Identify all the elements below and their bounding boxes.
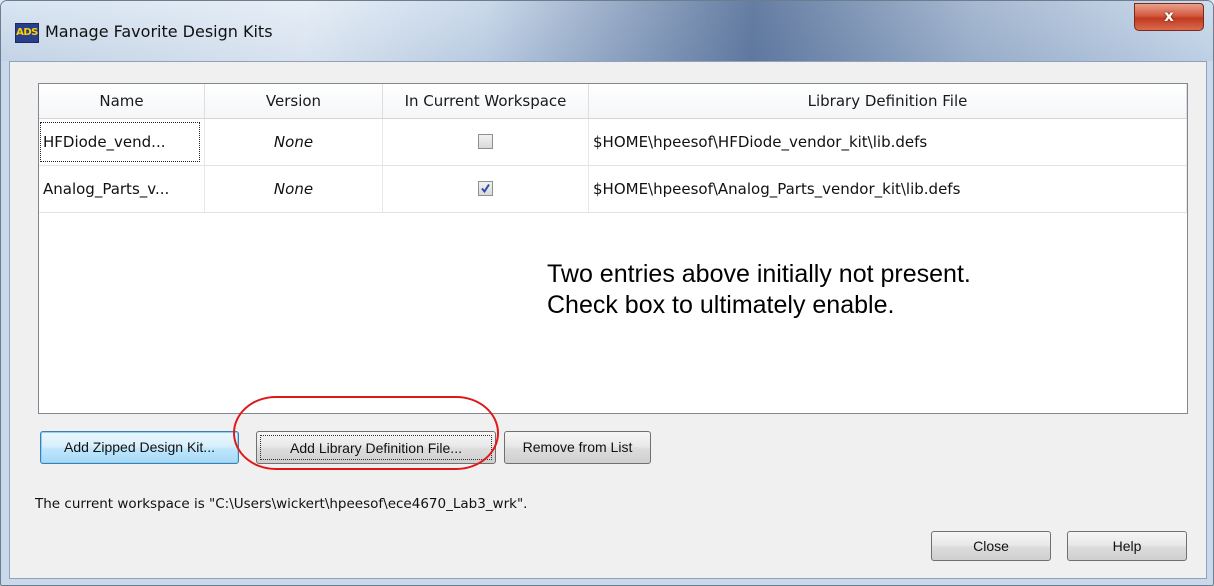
dialog-client-area: Name Version In Current Workspace Librar… <box>9 61 1207 579</box>
add-zipped-design-kit-button[interactable]: Add Zipped Design Kit... <box>40 431 239 464</box>
cell-name[interactable]: HFDiode_vend... <box>39 119 205 165</box>
cell-name[interactable]: Analog_Parts_v... <box>39 166 205 212</box>
remove-from-list-button[interactable]: Remove from List <box>504 431 651 464</box>
cell-version: None <box>205 166 383 212</box>
column-header-library-file[interactable]: Library Definition File <box>589 84 1187 118</box>
column-header-version[interactable]: Version <box>205 84 383 118</box>
column-header-name[interactable]: Name <box>39 84 205 118</box>
window-title: Manage Favorite Design Kits <box>45 22 273 41</box>
table-header: Name Version In Current Workspace Librar… <box>39 84 1187 119</box>
annotation-line-2: Check box to ultimately enable. <box>547 291 895 319</box>
close-icon[interactable]: x <box>1134 3 1204 31</box>
add-library-definition-file-button[interactable]: Add Library Definition File... <box>256 431 496 464</box>
add-library-definition-file-label: Add Library Definition File... <box>260 435 492 460</box>
title-bar[interactable]: ADS Manage Favorite Design Kits x <box>1 1 1213 61</box>
cell-library-file: $HOME\hpeesof\Analog_Parts_vendor_kit\li… <box>589 166 1187 212</box>
cell-version: None <box>205 119 383 165</box>
column-header-in-workspace[interactable]: In Current Workspace <box>383 84 589 118</box>
table-row[interactable]: Analog_Parts_v... None $HOME\hpeesof\Ana… <box>39 166 1187 213</box>
app-icon: ADS <box>15 23 39 43</box>
table-row[interactable]: HFDiode_vend... None $HOME\hpeesof\HFDio… <box>39 119 1187 166</box>
workspace-checkbox[interactable] <box>478 133 493 149</box>
close-button[interactable]: Close <box>931 531 1051 561</box>
design-kits-table: Name Version In Current Workspace Librar… <box>38 83 1188 414</box>
cell-in-workspace <box>383 166 589 212</box>
dialog-window: ADS Manage Favorite Design Kits x Name V… <box>0 0 1214 586</box>
annotation-line-1: Two entries above initially not present. <box>547 260 971 288</box>
cell-library-file: $HOME\hpeesof\HFDiode_vendor_kit\lib.def… <box>589 119 1187 165</box>
workspace-status-text: The current workspace is "C:\Users\wicke… <box>35 496 528 512</box>
cell-in-workspace <box>383 119 589 165</box>
workspace-checkbox-checked[interactable] <box>478 180 493 196</box>
annotation-note: Two entries above initially not present.… <box>547 259 971 321</box>
help-button[interactable]: Help <box>1067 531 1187 561</box>
checkmark-icon <box>481 183 490 193</box>
